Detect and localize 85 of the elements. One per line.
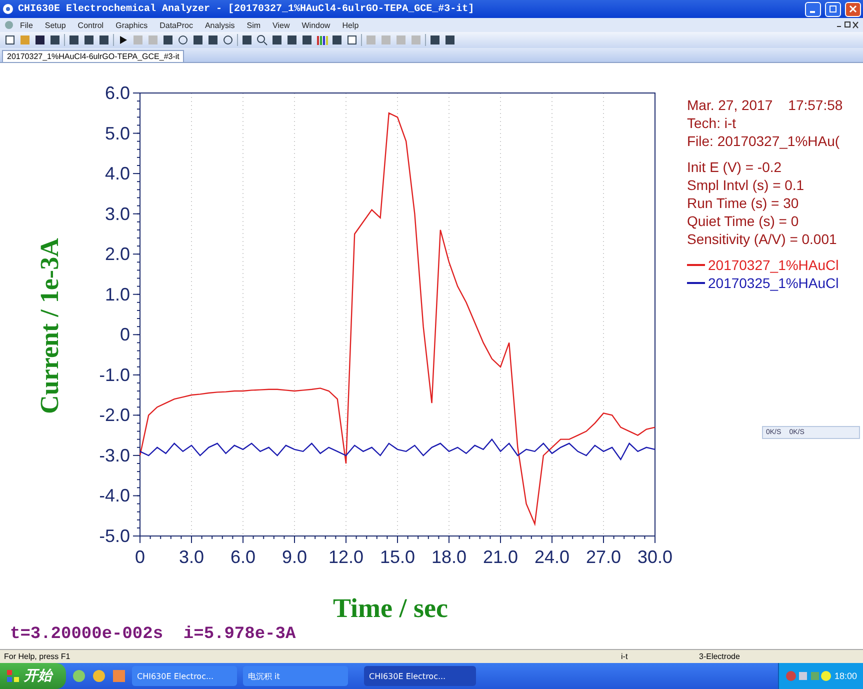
menu-item[interactable]: Graphics bbox=[110, 20, 154, 30]
color-bars-icon[interactable] bbox=[316, 34, 328, 46]
legend-label: 20170327_1%HAuCl bbox=[708, 256, 839, 274]
tray-icons-drawing bbox=[785, 670, 832, 682]
toolbar-icon[interactable] bbox=[207, 34, 219, 46]
circle-icon[interactable] bbox=[222, 34, 234, 46]
taskbar-button[interactable]: 电沉积 it bbox=[243, 666, 348, 686]
y-tick-label: 3.0 bbox=[104, 204, 130, 224]
toolbar-icon[interactable] bbox=[286, 34, 298, 46]
menu-item[interactable]: View bbox=[266, 20, 296, 30]
y-tick-label: 1.0 bbox=[104, 284, 130, 304]
zoom-icon[interactable] bbox=[256, 34, 268, 46]
y-tick-label: -3.0 bbox=[100, 445, 130, 466]
toolbar-icon[interactable] bbox=[346, 34, 358, 46]
run-icon[interactable] bbox=[117, 34, 129, 46]
status-text: 3-Electrode bbox=[698, 652, 741, 661]
x-tick-label: 3.0 bbox=[178, 547, 204, 567]
x-tick-label: 15.0 bbox=[380, 547, 416, 567]
maximize-icon bbox=[829, 5, 837, 13]
clock: 18:00 bbox=[834, 671, 857, 681]
y-tick-label: 5.0 bbox=[104, 123, 130, 144]
x-tick-label: 21.0 bbox=[482, 547, 518, 567]
toolbar-icon[interactable] bbox=[429, 34, 441, 46]
parameter-text: Quiet Time (s) = 0 bbox=[687, 212, 800, 230]
y-axis-title: Current / 1e-3A bbox=[35, 238, 65, 414]
taskbar-button[interactable]: CHI630E Electroc... bbox=[132, 666, 237, 686]
window-title: CHI630E Electrochemical Analyzer - [20170327_1%HAuCl4-6ulrGO-TEPA_GCE_#3-it] bbox=[18, 4, 476, 14]
status-text: i-t bbox=[620, 652, 629, 661]
x-tick-label: 6.0 bbox=[230, 547, 256, 567]
x-tick-label: 24.0 bbox=[534, 547, 570, 567]
info-text: File: 20170327_1%HAu( bbox=[687, 132, 841, 150]
y-tick-label: 0 bbox=[120, 324, 130, 345]
cursor-readout: t=3.20000e-002s i=5.978e-3A bbox=[10, 625, 296, 644]
taskbar-button[interactable]: CHI630E Electroc... bbox=[364, 666, 476, 686]
status-text: For Help, press F1 bbox=[3, 652, 72, 661]
info-text: Mar. 27, 2017 17:57:58 bbox=[687, 96, 844, 114]
toolbar-icon[interactable] bbox=[331, 34, 343, 46]
menu-item[interactable]: Help bbox=[336, 20, 365, 30]
y-tick-label: 6.0 bbox=[104, 83, 130, 103]
parameter-text: Sensitivity (A/V) = 0.001 bbox=[687, 230, 838, 248]
quick-launch-icon[interactable] bbox=[92, 669, 106, 683]
close-button[interactable] bbox=[845, 2, 861, 16]
legend-label: 20170325_1%HAuCl bbox=[708, 274, 839, 292]
y-tick-label: -4.0 bbox=[100, 486, 130, 506]
y-tick-label: -5.0 bbox=[100, 526, 130, 546]
app-icon bbox=[2, 3, 14, 15]
menu-item[interactable]: Sim bbox=[240, 20, 267, 30]
toolbar-icon[interactable] bbox=[192, 34, 204, 46]
y-tick-label: -2.0 bbox=[100, 405, 130, 426]
toolbar-icon[interactable] bbox=[68, 34, 80, 46]
x-tick-label: 0 bbox=[135, 547, 145, 567]
close-icon bbox=[849, 5, 857, 13]
document-icon bbox=[4, 20, 14, 30]
four-squares-icon bbox=[6, 669, 20, 683]
y-tick-label: 4.0 bbox=[104, 164, 130, 184]
menu-item[interactable]: File bbox=[14, 20, 39, 30]
parameter-text: Smpl Intvl (s) = 0.1 bbox=[687, 176, 806, 194]
y-tick-label: -1.0 bbox=[100, 364, 130, 385]
parameter-text: Run Time (s) = 30 bbox=[687, 194, 800, 212]
y-tick-label: 2.0 bbox=[104, 244, 130, 264]
circle-icon[interactable] bbox=[177, 34, 189, 46]
info-text: Tech: i-t bbox=[687, 114, 738, 132]
toolbar-icon[interactable] bbox=[271, 34, 283, 46]
x-tick-label: 30.0 bbox=[637, 547, 673, 567]
toolbar-icon[interactable] bbox=[98, 34, 110, 46]
menu-item[interactable]: Setup bbox=[38, 20, 72, 30]
document-tab[interactable]: 20170327_1%HAuCl4-6ulrGO-TEPA_GCE_#3-it bbox=[2, 50, 184, 62]
minimize-button[interactable] bbox=[805, 2, 821, 16]
toolbar-icon[interactable] bbox=[301, 34, 313, 46]
x-axis-title: Time / sec bbox=[333, 593, 448, 624]
toolbar-icon[interactable] bbox=[241, 34, 253, 46]
x-tick-label: 18.0 bbox=[431, 547, 467, 567]
parameter-text: Init E (V) = -0.2 bbox=[687, 158, 783, 176]
menu-item[interactable]: DataProc bbox=[154, 20, 199, 30]
toolbar-icon[interactable] bbox=[162, 34, 174, 46]
quick-launch-icon[interactable] bbox=[72, 669, 86, 683]
x-tick-label: 12.0 bbox=[328, 547, 364, 567]
x-tick-label: 27.0 bbox=[586, 547, 622, 567]
menu-item[interactable]: Window bbox=[296, 20, 336, 30]
x-tick-label: 9.0 bbox=[282, 547, 308, 567]
document-window-controls-icon[interactable] bbox=[837, 21, 859, 29]
maximize-button[interactable] bbox=[825, 2, 841, 16]
menu-item[interactable]: Control bbox=[72, 20, 110, 30]
menu-item[interactable]: Analysis bbox=[198, 20, 241, 30]
toolbar-icon[interactable] bbox=[83, 34, 95, 46]
